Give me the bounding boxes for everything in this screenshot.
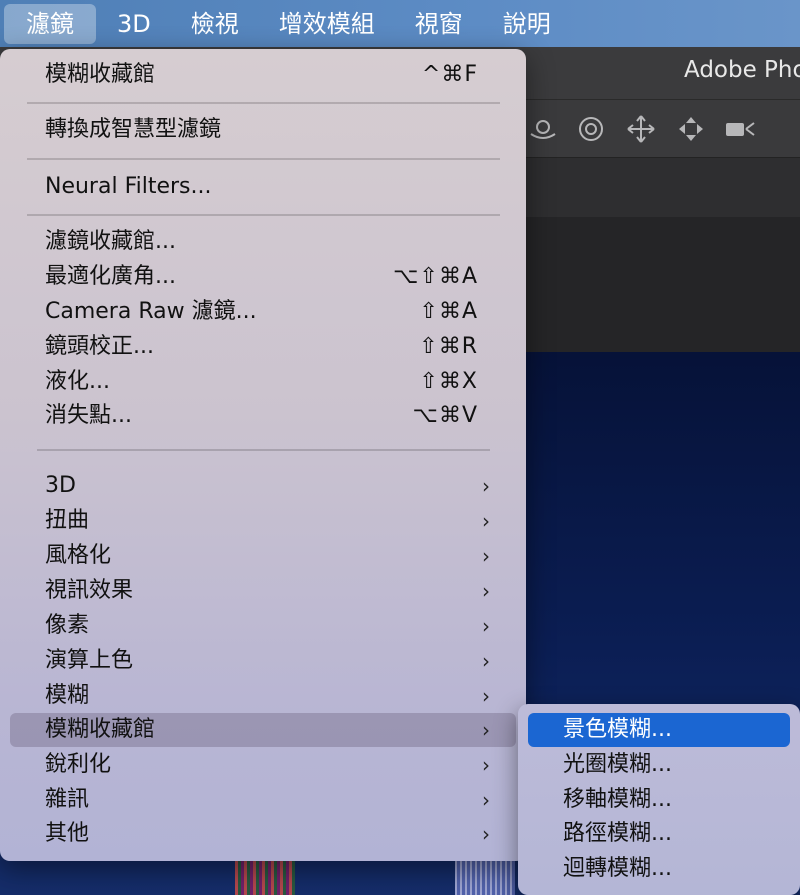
- submenu-item-tilt-shift[interactable]: 移軸模糊...: [528, 783, 790, 817]
- menu-separator: [27, 102, 500, 104]
- menu-item-label: 液化...: [45, 369, 110, 394]
- chevron-right-icon: ›: [482, 509, 490, 533]
- menu-item-label: 模糊收藏館: [45, 62, 156, 87]
- filter-menu: 模糊收藏館 ^⌘F 轉換成智慧型濾鏡 Neural Filters... 濾鏡收…: [0, 49, 526, 861]
- submenu-noise[interactable]: 雜訊 ›: [10, 783, 516, 817]
- chevron-right-icon: ›: [482, 788, 490, 812]
- pan-3d-icon[interactable]: [626, 114, 656, 144]
- submenu-stylize[interactable]: 風格化 ›: [10, 539, 516, 573]
- chevron-right-icon: ›: [482, 822, 490, 846]
- city-lights-right: [455, 858, 515, 895]
- menu-item-label: 銳利化: [45, 752, 112, 777]
- menu-item-lens-correction[interactable]: 鏡頭校正... ⇧⌘R: [10, 330, 516, 364]
- chevron-right-icon: ›: [482, 753, 490, 777]
- shortcut-label: ⇧⌘A: [419, 299, 478, 324]
- menu-item-liquify[interactable]: 液化... ⇧⌘X: [10, 365, 516, 399]
- menu-item-label: 視訊效果: [45, 578, 134, 603]
- submenu-pixelate[interactable]: 像素 ›: [10, 609, 516, 643]
- menu-item-label: 濾鏡收藏館...: [45, 229, 176, 254]
- menu-item-camera-raw-filter[interactable]: Camera Raw 濾鏡... ⇧⌘A: [10, 295, 516, 329]
- blur-gallery-submenu: 景色模糊... 光圈模糊... 移軸模糊... 路徑模糊... 迴轉模糊...: [518, 704, 800, 895]
- shortcut-label: ⌥⇧⌘A: [393, 264, 478, 289]
- menu-item-label: 演算上色: [45, 648, 134, 673]
- menu-item-blur-gallery-last[interactable]: 模糊收藏館 ^⌘F: [10, 58, 516, 92]
- shortcut-label: ⇧⌘R: [419, 334, 478, 359]
- menu-item-adaptive-wide-angle[interactable]: 最適化廣角... ⌥⇧⌘A: [10, 260, 516, 294]
- menu-separator: [37, 449, 490, 451]
- chevron-right-icon: ›: [482, 579, 490, 603]
- slide-3d-icon[interactable]: [676, 114, 706, 144]
- menu-item-label: 模糊: [45, 683, 90, 708]
- menu-plugins[interactable]: 增效模組: [260, 4, 394, 44]
- menu-item-neural-filters[interactable]: Neural Filters...: [10, 170, 516, 204]
- menu-item-label: 迴轉模糊...: [563, 856, 672, 881]
- menu-item-label: 移軸模糊...: [563, 787, 672, 812]
- shortcut-label: ^⌘F: [421, 62, 478, 87]
- menu-item-filter-gallery[interactable]: 濾鏡收藏館...: [10, 225, 516, 259]
- submenu-distort[interactable]: 扭曲 ›: [10, 504, 516, 538]
- submenu-item-field-blur[interactable]: 景色模糊...: [528, 713, 790, 747]
- menu-item-label: 雜訊: [45, 787, 90, 812]
- chevron-right-icon: ›: [482, 649, 490, 673]
- menu-separator: [27, 158, 500, 160]
- menu-view[interactable]: 檢視: [172, 4, 258, 44]
- submenu-item-spin-blur[interactable]: 迴轉模糊...: [528, 852, 790, 886]
- menu-window[interactable]: 視窗: [396, 4, 482, 44]
- submenu-video[interactable]: 視訊效果 ›: [10, 574, 516, 608]
- rotate-3d-icon[interactable]: [576, 114, 606, 144]
- window-title: Adobe Pho: [684, 57, 800, 83]
- chevron-right-icon: ›: [482, 684, 490, 708]
- submenu-other[interactable]: 其他 ›: [10, 817, 516, 851]
- menu-item-vanishing-point[interactable]: 消失點... ⌥⌘V: [10, 399, 516, 433]
- menu-item-label: 轉換成智慧型濾鏡: [45, 117, 222, 142]
- shortcut-label: ⌥⌘V: [412, 403, 478, 428]
- menu-separator: [27, 214, 500, 216]
- menu-item-convert-smart-filters[interactable]: 轉換成智慧型濾鏡: [10, 113, 516, 147]
- menu-filter[interactable]: 濾鏡: [4, 3, 96, 44]
- submenu-sharpen[interactable]: 銳利化 ›: [10, 748, 516, 782]
- city-lights-left: [235, 860, 295, 895]
- orbit-3d-icon[interactable]: [528, 114, 558, 144]
- submenu-blur[interactable]: 模糊 ›: [10, 679, 516, 713]
- menu-item-label: 3D: [45, 473, 76, 498]
- menu-item-label: 其他: [45, 821, 90, 846]
- menu-item-label: 模糊收藏館: [45, 717, 156, 742]
- submenu-3d[interactable]: 3D ›: [10, 469, 516, 503]
- menu-bar: 濾鏡 3D 檢視 增效模組 視窗 說明: [0, 0, 800, 47]
- menu-item-label: Neural Filters...: [45, 174, 212, 199]
- chevron-right-icon: ›: [482, 614, 490, 638]
- menu-item-label: 像素: [45, 613, 90, 638]
- submenu-render[interactable]: 演算上色 ›: [10, 644, 516, 678]
- menu-item-label: Camera Raw 濾鏡...: [45, 299, 257, 324]
- chevron-right-icon: ›: [482, 718, 490, 742]
- menu-item-label: 光圈模糊...: [563, 752, 672, 777]
- chevron-right-icon: ›: [482, 474, 490, 498]
- submenu-item-iris-blur[interactable]: 光圈模糊...: [528, 748, 790, 782]
- menu-item-label: 路徑模糊...: [563, 821, 672, 846]
- video-camera-icon[interactable]: [724, 114, 755, 144]
- submenu-item-path-blur[interactable]: 路徑模糊...: [528, 817, 790, 851]
- menu-item-label: 扭曲: [45, 508, 90, 533]
- menu-item-label: 最適化廣角...: [45, 264, 176, 289]
- menu-item-label: 消失點...: [45, 403, 132, 428]
- menu-item-label: 鏡頭校正...: [45, 334, 154, 359]
- chevron-right-icon: ›: [482, 544, 490, 568]
- menu-item-label: 景色模糊...: [563, 717, 672, 742]
- submenu-blur-gallery[interactable]: 模糊收藏館 ›: [10, 713, 516, 747]
- menu-3d[interactable]: 3D: [98, 4, 170, 44]
- menu-help[interactable]: 說明: [484, 4, 570, 44]
- menu-item-label: 風格化: [45, 543, 112, 568]
- shortcut-label: ⇧⌘X: [419, 369, 478, 394]
